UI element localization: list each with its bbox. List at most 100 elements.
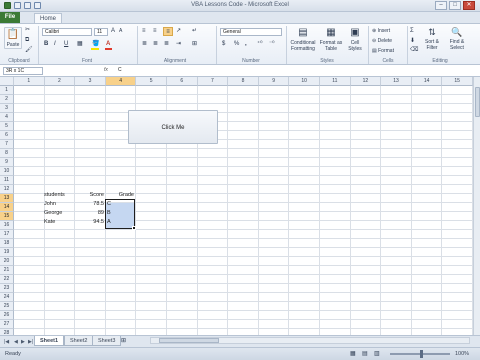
row-header[interactable]: 11 — [0, 176, 14, 185]
wrap-text-icon[interactable]: ↵ — [192, 27, 197, 35]
next-sheet-icon[interactable]: ▶ — [21, 339, 25, 345]
column-header[interactable]: 10 — [289, 77, 320, 86]
select-all-corner[interactable] — [0, 77, 14, 86]
horizontal-scrollbar[interactable] — [150, 337, 470, 344]
indent-icon[interactable]: ⇥ — [176, 40, 181, 48]
column-header[interactable]: 11 — [320, 77, 351, 86]
save-icon[interactable] — [14, 2, 21, 9]
fill-color-icon[interactable]: 🪣 — [92, 40, 99, 48]
conditional-formatting-button[interactable]: ▤ Conditional Formatting — [289, 26, 317, 56]
column-header[interactable]: 14 — [411, 77, 443, 86]
sheet-tab[interactable]: Sheet2 — [64, 336, 94, 346]
font-size-select[interactable]: 11 — [94, 28, 108, 36]
column-header[interactable]: 6 — [167, 77, 198, 86]
row-header[interactable]: 12 — [0, 185, 14, 194]
delete-button[interactable]: ⊖ Delete — [372, 38, 392, 44]
row-header[interactable]: 3 — [0, 104, 14, 113]
student-name-cell[interactable]: John — [44, 200, 56, 209]
minimize-button[interactable]: – — [435, 1, 447, 10]
row-header[interactable]: 24 — [0, 293, 14, 302]
vertical-scrollbar[interactable] — [473, 77, 480, 335]
grow-font-icon[interactable]: A — [111, 27, 115, 35]
page-layout-icon[interactable]: ▤ — [362, 350, 368, 358]
format-painter-icon[interactable]: 🖌 — [25, 46, 33, 54]
row-header[interactable]: 21 — [0, 266, 14, 275]
row-header[interactable]: 22 — [0, 275, 14, 284]
copy-icon[interactable]: ⧉ — [25, 36, 29, 44]
row-header[interactable]: 23 — [0, 284, 14, 293]
maximize-button[interactable]: □ — [449, 1, 461, 10]
score-cell[interactable]: 89 — [75, 209, 104, 218]
merge-center-icon[interactable]: ⊞ — [192, 40, 197, 48]
column-header[interactable]: 3 — [75, 77, 106, 86]
click-me-button[interactable]: Click Me — [128, 110, 218, 144]
worksheet-grid[interactable]: 1234567891011121314151617 12345678910111… — [0, 77, 473, 335]
zoom-level[interactable]: 100% — [455, 351, 469, 357]
align-middle-icon[interactable]: ≡ — [153, 27, 157, 35]
row-header[interactable]: 15 — [0, 212, 14, 221]
name-box[interactable]: 3R x 1C — [3, 67, 43, 75]
students-header-cell[interactable]: students — [44, 191, 65, 200]
score-cell[interactable]: 94.5 — [75, 218, 104, 227]
comma-button[interactable]: , — [245, 40, 247, 48]
autosum-button[interactable]: Σ — [410, 27, 414, 35]
row-header[interactable]: 17 — [0, 230, 14, 239]
align-left-icon[interactable]: ≣ — [142, 40, 147, 48]
row-header[interactable]: 1 — [0, 86, 14, 95]
number-format-select[interactable]: General — [220, 28, 282, 36]
row-header[interactable]: 18 — [0, 239, 14, 248]
column-header[interactable]: 5 — [136, 77, 167, 86]
font-color-icon[interactable]: A — [106, 40, 110, 48]
column-header[interactable]: 13 — [381, 77, 412, 86]
row-header[interactable]: 4 — [0, 113, 14, 122]
underline-button[interactable]: U — [64, 40, 68, 48]
score-cell[interactable]: 78.5 — [75, 200, 104, 209]
row-header[interactable]: 14 — [0, 203, 14, 212]
row-header[interactable]: 2 — [0, 95, 14, 104]
column-header[interactable]: 2 — [44, 77, 76, 86]
clear-icon[interactable]: ⌫ — [410, 46, 418, 54]
column-header[interactable]: 4 — [105, 77, 137, 86]
row-header[interactable]: 16 — [0, 221, 14, 230]
find-select-button[interactable]: 🔍 Find & Select — [445, 26, 469, 56]
row-header[interactable]: 20 — [0, 257, 14, 266]
cell-styles-button[interactable]: ▣ Cell Styles — [345, 26, 365, 56]
zoom-slider-knob[interactable] — [420, 350, 423, 358]
format-as-table-button[interactable]: ▦ Format as Table — [319, 26, 343, 56]
redo-icon[interactable] — [34, 2, 41, 9]
decrease-decimal-icon[interactable]: ⁻⁰ — [269, 40, 275, 48]
paste-button[interactable]: 📋 Paste — [4, 27, 22, 49]
row-header[interactable]: 9 — [0, 158, 14, 167]
bold-button[interactable]: B — [44, 40, 48, 48]
sheet-tab[interactable]: Sheet3 — [92, 336, 122, 346]
insert-function-button[interactable]: fx — [104, 67, 108, 73]
format-button[interactable]: ▤ Format — [372, 48, 394, 54]
borders-icon[interactable]: ▦ — [77, 40, 83, 48]
tab-home[interactable]: Home — [34, 13, 63, 23]
column-header[interactable]: 8 — [228, 77, 259, 86]
fill-icon[interactable]: ⬇ — [410, 37, 415, 45]
italic-button[interactable]: I — [54, 40, 56, 48]
sort-filter-button[interactable]: ⇅ Sort & Filter — [421, 26, 443, 56]
undo-icon[interactable] — [24, 2, 31, 9]
row-header[interactable]: 10 — [0, 167, 14, 176]
column-header[interactable]: 7 — [197, 77, 229, 86]
score-header-cell[interactable]: Score — [75, 191, 104, 200]
column-header[interactable]: 15 — [442, 77, 473, 86]
last-sheet-icon[interactable]: ▶| — [28, 339, 33, 345]
normal-view-icon[interactable]: ▦ — [350, 350, 356, 358]
font-name-select[interactable]: Calibri — [42, 28, 92, 36]
orientation-icon[interactable]: ↗ — [176, 27, 181, 35]
align-bottom-button[interactable]: ≡ — [163, 27, 173, 36]
prev-sheet-icon[interactable]: ◀ — [14, 339, 18, 345]
formula-input[interactable]: C — [118, 67, 122, 73]
percent-button[interactable]: % — [234, 40, 239, 48]
increase-decimal-icon[interactable]: ⁺⁰ — [257, 40, 263, 48]
cut-icon[interactable]: ✂ — [25, 26, 30, 34]
row-header[interactable]: 19 — [0, 248, 14, 257]
align-center-icon[interactable]: ≣ — [153, 40, 158, 48]
first-sheet-icon[interactable]: |◀ — [4, 339, 9, 345]
sheet-tab[interactable]: Sheet1 — [34, 336, 65, 346]
column-header[interactable]: 1 — [14, 77, 45, 86]
vertical-scroll-thumb[interactable] — [475, 87, 480, 117]
